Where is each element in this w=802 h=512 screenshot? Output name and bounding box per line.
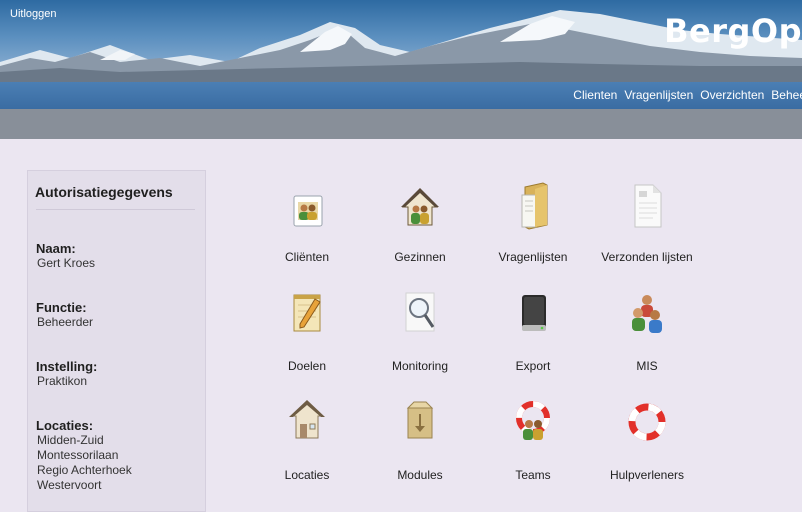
location-item: Westervoort bbox=[37, 478, 102, 492]
document-icon bbox=[634, 184, 662, 228]
house-icon bbox=[289, 400, 325, 439]
client-card-icon bbox=[293, 195, 323, 227]
module-clienten[interactable]: Cliënten bbox=[252, 185, 362, 264]
module-vragenlijsten[interactable]: Vragenlijsten bbox=[478, 181, 588, 264]
module-locaties[interactable]: Locaties bbox=[252, 398, 362, 482]
panel-title: Autorisatiegegevens bbox=[35, 184, 173, 200]
module-label: Hulpverleners bbox=[609, 468, 685, 482]
authorization-panel: Autorisatiegegevens Naam: Gert Kroes Fun… bbox=[27, 170, 206, 512]
brand-title: BergOp bbox=[664, 12, 802, 50]
module-label: Modules bbox=[397, 468, 443, 482]
module-label: Verzonden lijsten bbox=[601, 250, 693, 264]
package-icon bbox=[406, 401, 434, 439]
nav-beheer[interactable]: Behee bbox=[771, 88, 802, 102]
folder-icon bbox=[521, 182, 548, 230]
function-label: Functie: bbox=[36, 300, 87, 315]
name-value: Gert Kroes bbox=[37, 256, 96, 270]
location-item: Regio Achterhoek bbox=[37, 463, 132, 477]
module-modules[interactable]: Modules bbox=[365, 398, 475, 482]
module-label: Locaties bbox=[284, 468, 330, 482]
location-item: Midden-Zuid bbox=[37, 433, 104, 447]
team-lifebuoy-icon bbox=[516, 401, 550, 440]
sub-bar bbox=[0, 109, 802, 139]
location-item: Montessorilaan bbox=[37, 448, 119, 462]
module-teams[interactable]: Teams bbox=[478, 398, 588, 482]
main-nav: Clienten Vragenlijsten Overzichten Behee bbox=[0, 82, 802, 109]
module-doelen[interactable]: Doelen bbox=[252, 291, 362, 373]
logout-link[interactable]: Uitloggen bbox=[10, 8, 56, 20]
module-label: Gezinnen bbox=[394, 250, 446, 264]
function-value: Beheerder bbox=[37, 315, 94, 329]
nav-vragenlijsten[interactable]: Vragenlijsten bbox=[624, 88, 693, 102]
family-house-icon bbox=[401, 188, 439, 226]
module-hulpverleners[interactable]: Hulpverleners bbox=[592, 398, 702, 482]
module-label: Export bbox=[515, 359, 551, 373]
module-export[interactable]: Export bbox=[478, 291, 588, 373]
module-label: Teams bbox=[515, 468, 551, 482]
module-label: MIS bbox=[636, 359, 658, 373]
header-banner: Uitloggen BergOp bbox=[0, 0, 802, 82]
module-mis[interactable]: MIS bbox=[592, 291, 702, 373]
lifebuoy-icon bbox=[628, 403, 666, 441]
module-label: Monitoring bbox=[391, 359, 449, 373]
hard-drive-icon bbox=[522, 295, 546, 331]
module-label: Cliënten bbox=[284, 250, 330, 264]
nav-clienten[interactable]: Clienten bbox=[573, 88, 617, 102]
nav-overzichten[interactable]: Overzichten bbox=[700, 88, 764, 102]
module-verzonden-lijsten[interactable]: Verzonden lijsten bbox=[592, 181, 702, 264]
institution-label: Instelling: bbox=[36, 359, 98, 374]
locations-label: Locaties: bbox=[36, 418, 94, 433]
module-gezinnen[interactable]: Gezinnen bbox=[365, 185, 475, 264]
users-group-icon bbox=[632, 295, 662, 333]
module-label: Vragenlijsten bbox=[498, 250, 568, 264]
institution-value: Praktikon bbox=[37, 374, 88, 388]
name-label: Naam: bbox=[36, 241, 76, 256]
panel-divider bbox=[36, 209, 195, 210]
module-monitoring[interactable]: Monitoring bbox=[365, 291, 475, 373]
notepad-pencil-icon bbox=[293, 294, 321, 332]
magnifier-icon bbox=[405, 292, 435, 332]
module-label: Doelen bbox=[287, 359, 327, 373]
